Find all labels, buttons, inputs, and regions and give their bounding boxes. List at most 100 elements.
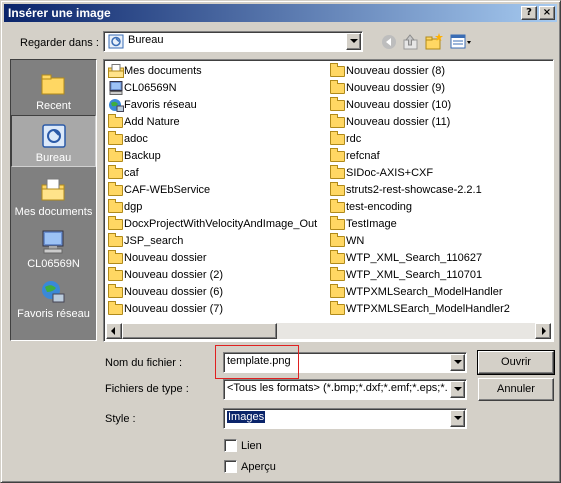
file-list-item[interactable]: CL06569N: [106, 80, 328, 97]
file-list-item[interactable]: WTP_XML_Search_110701: [328, 267, 552, 284]
file-list-item[interactable]: refcnaf: [328, 148, 552, 165]
file-list-item[interactable]: dgp: [106, 199, 328, 216]
places-bar: Recent Bureau Mes documents CL06569N Fav…: [10, 59, 97, 341]
folder-icon: [330, 80, 346, 95]
place-label: Mes documents: [14, 206, 93, 218]
link-checkbox[interactable]: [224, 439, 237, 452]
lookin-label: Regarder dans :: [20, 37, 99, 49]
folder-icon: [108, 284, 124, 299]
file-name: dgp: [124, 201, 143, 213]
folder-icon: [108, 131, 124, 146]
view-menu-icon[interactable]: [449, 32, 473, 52]
place-recent[interactable]: Recent: [11, 64, 96, 116]
folder-icon: [330, 165, 346, 180]
lookin-dropdown[interactable]: Bureau: [103, 31, 363, 52]
folder-icon: [108, 301, 124, 316]
title-bar[interactable]: Insérer une image ? ×: [4, 4, 557, 22]
file-list-item[interactable]: rdc: [328, 131, 552, 148]
folder-icon: [330, 97, 346, 112]
file-list-item[interactable]: Mes documents: [106, 63, 328, 80]
folder-icon: [330, 233, 346, 248]
file-list-item[interactable]: test-encoding: [328, 199, 552, 216]
new-folder-icon[interactable]: [424, 32, 444, 52]
scroll-left-button[interactable]: [106, 323, 122, 339]
file-list-item[interactable]: Favoris réseau: [106, 97, 328, 114]
place-bureau[interactable]: Bureau: [11, 115, 96, 167]
style-dropdown[interactable]: Images: [223, 408, 467, 429]
network-icon: [108, 98, 124, 112]
file-list-item[interactable]: CAF-WEbService: [106, 182, 328, 199]
file-list-item[interactable]: WTPXMLSearch_ModelHandler: [328, 284, 552, 301]
place-mes-documents[interactable]: Mes documents: [11, 170, 96, 222]
file-column-1: Mes documents CL06569N Favoris réseau Add N…: [106, 63, 328, 318]
file-list-item[interactable]: JSP_search: [106, 233, 328, 250]
file-list-item[interactable]: Add Nature: [106, 114, 328, 131]
folder-icon: [108, 165, 124, 180]
file-name: Add Nature: [124, 116, 180, 128]
up-folder-icon[interactable]: [401, 32, 421, 52]
scroll-thumb[interactable]: [122, 323, 277, 339]
place-favoris-reseau[interactable]: Favoris réseau: [11, 272, 96, 324]
style-dropdown-arrow[interactable]: [450, 410, 465, 427]
filetype-label: Fichiers de type :: [105, 383, 189, 395]
file-list[interactable]: Mes documents CL06569N Favoris réseau Add N…: [103, 59, 554, 342]
file-list-item[interactable]: Nouveau dossier (9): [328, 80, 552, 97]
folder-icon: [108, 148, 124, 163]
filetype-dropdown[interactable]: <Tous les formats> (*.bmp;*.dxf;*.emf;*.…: [223, 379, 467, 400]
file-list-item[interactable]: Nouveau dossier (11): [328, 114, 552, 131]
file-list-item[interactable]: SIDoc-AXIS+CXF: [328, 165, 552, 182]
file-name: WTPXMLSEarch_ModelHandler2: [346, 303, 510, 315]
file-list-item[interactable]: Nouveau dossier (6): [106, 284, 328, 301]
file-list-item[interactable]: WN: [328, 233, 552, 250]
filetype-dropdown-arrow[interactable]: [450, 381, 465, 398]
file-list-item[interactable]: Nouveau dossier (2): [106, 267, 328, 284]
open-button[interactable]: Ouvrir: [477, 350, 555, 375]
file-name: Mes documents: [124, 65, 202, 77]
file-list-item[interactable]: Nouveau dossier (8): [328, 63, 552, 80]
place-computer[interactable]: CL06569N: [11, 222, 96, 274]
filename-dropdown-arrow[interactable]: [450, 354, 465, 371]
folder-icon: [330, 199, 346, 214]
file-name: Nouveau dossier (8): [346, 65, 446, 77]
folder-icon: [330, 267, 346, 282]
file-column-2: Nouveau dossier (8) Nouveau dossier (9) No…: [328, 63, 552, 318]
file-list-item[interactable]: adoc: [106, 131, 328, 148]
file-name: Nouveau dossier (10): [346, 99, 452, 111]
style-label: Style :: [105, 413, 136, 425]
insert-image-dialog: Insérer une image ? × Regarder dans : Bu…: [0, 0, 561, 483]
file-list-item[interactable]: struts2-rest-showcase-2.2.1: [328, 182, 552, 199]
file-list-item[interactable]: Nouveau dossier (7): [106, 301, 328, 318]
file-list-item[interactable]: Nouveau dossier: [106, 250, 328, 267]
file-list-item[interactable]: WTP_XML_Search_110627: [328, 250, 552, 267]
style-value: Images: [227, 411, 266, 423]
place-label: Recent: [36, 100, 71, 112]
file-name: TestImage: [346, 218, 397, 230]
cancel-button[interactable]: Annuler: [478, 378, 554, 401]
folder-icon: [108, 182, 124, 197]
file-name: CAF-WEbService: [124, 184, 211, 196]
computer-icon: [108, 81, 124, 95]
file-list-item[interactable]: WTPXMLSEarch_ModelHandler2: [328, 301, 552, 318]
lookin-dropdown-arrow[interactable]: [346, 33, 361, 50]
file-list-item[interactable]: Nouveau dossier (10): [328, 97, 552, 114]
back-icon[interactable]: [379, 32, 399, 52]
horizontal-scrollbar[interactable]: [106, 323, 551, 339]
lookin-value: Bureau: [128, 34, 164, 46]
help-button[interactable]: ?: [521, 6, 537, 20]
folder-icon: [108, 267, 124, 282]
preview-checkbox[interactable]: [224, 460, 237, 473]
folder-icon: [330, 301, 346, 316]
file-name: JSP_search: [124, 235, 184, 247]
folder-icon: [330, 182, 346, 197]
file-list-item[interactable]: caf: [106, 165, 328, 182]
file-name: Nouveau dossier (9): [346, 82, 446, 94]
file-list-item[interactable]: DocxProjectWithVelocityAndImage_Out: [106, 216, 328, 233]
folder-icon: [330, 114, 346, 129]
close-button[interactable]: ×: [539, 6, 555, 20]
file-name: Backup: [124, 150, 161, 162]
scroll-right-button[interactable]: [535, 323, 551, 339]
file-list-item[interactable]: TestImage: [328, 216, 552, 233]
file-name: Nouveau dossier: [124, 252, 207, 264]
file-list-item[interactable]: Backup: [106, 148, 328, 165]
file-name: caf: [124, 167, 139, 179]
